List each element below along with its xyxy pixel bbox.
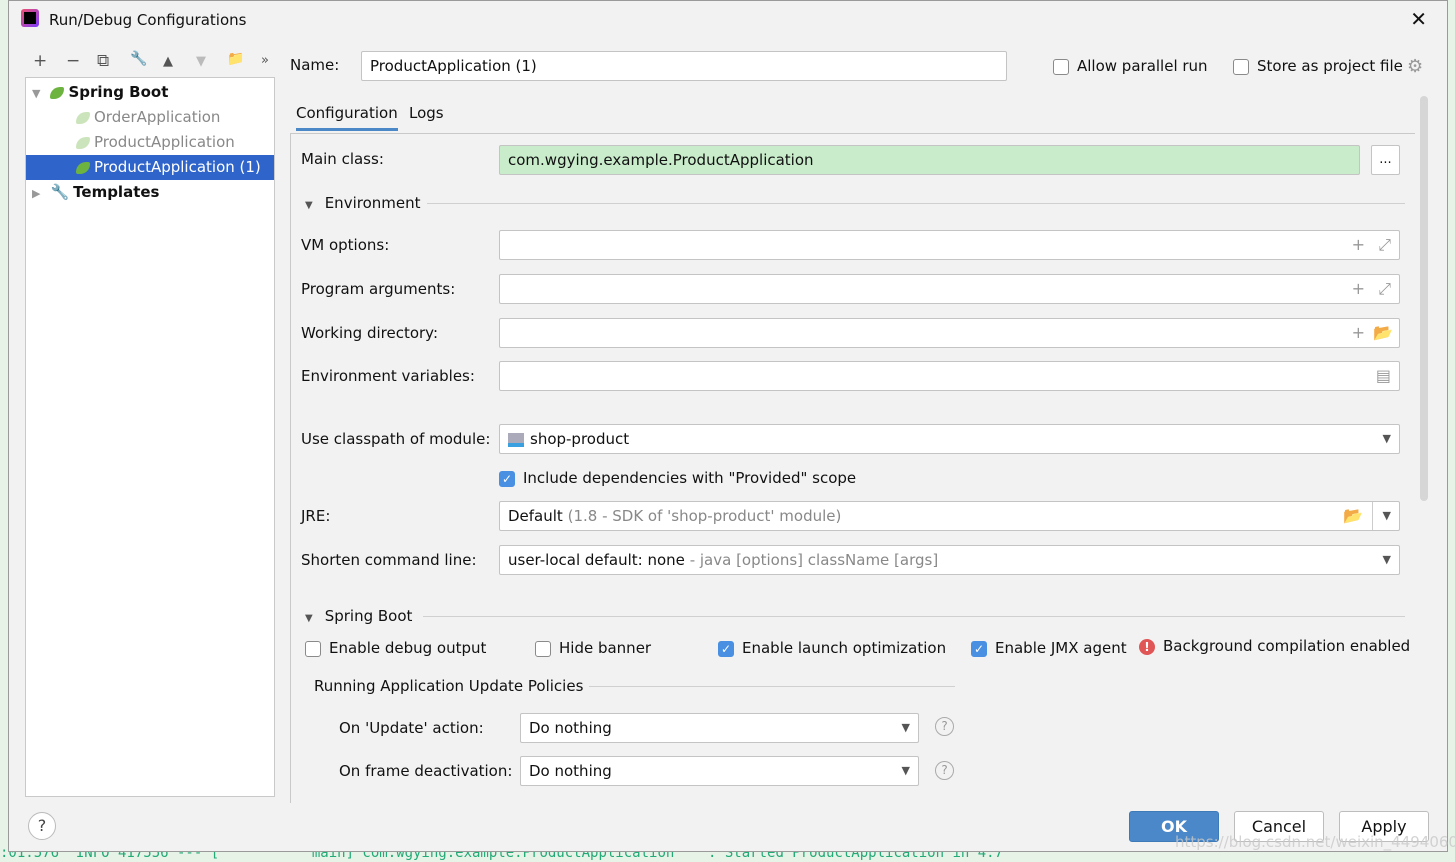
jmx-agent-checkbox[interactable]: ✓ Enable JMX agent [971, 639, 1127, 657]
program-arguments-label: Program arguments: [301, 280, 456, 298]
dialog-title: Run/Debug Configurations [49, 11, 247, 29]
chevron-down-icon: ▼ [901, 764, 910, 777]
module-label: Use classpath of module: [301, 430, 491, 448]
launch-optimization-checkbox[interactable]: ✓ Enable launch optimization [718, 639, 946, 657]
shorten-command-select[interactable]: user-local default: none - java [options… [499, 545, 1400, 575]
background-compilation-warning: ! Background compilation enabled [1139, 637, 1410, 655]
name-input[interactable]: ProductApplication (1) [361, 51, 1007, 81]
main-class-input[interactable]: com.wgying.example.ProductApplication [499, 145, 1360, 175]
update-action-label: On 'Update' action: [339, 719, 484, 737]
chevron-down-icon: ▼ [1382, 553, 1391, 566]
spring-boot-icon [76, 111, 90, 124]
tree-item-product-application[interactable]: ProductApplication [26, 130, 274, 155]
spring-boot-icon [50, 86, 65, 99]
working-directory-input[interactable]: + 📂 [499, 318, 1400, 348]
watermark: https://blog.csdn.net/weixin_44940604 [1175, 833, 1455, 851]
wrench-icon[interactable]: 🔧 [130, 51, 147, 67]
config-tree: ▼ Spring Boot OrderApplication ProductApp… [25, 77, 275, 797]
tree-item-product-application-1[interactable]: ProductApplication (1) [26, 155, 274, 180]
chevron-down-icon: ▼ [1382, 509, 1391, 522]
tree-item-spring-boot[interactable]: ▼ Spring Boot [26, 80, 274, 105]
intellij-logo-icon [21, 9, 39, 27]
plus-icon: + [1351, 323, 1365, 342]
main-class-label: Main class: [301, 150, 384, 168]
hide-banner-checkbox[interactable]: Hide banner [535, 639, 651, 657]
error-icon: ! [1139, 639, 1155, 655]
close-icon[interactable]: ✕ [1410, 7, 1427, 31]
new-folder-icon[interactable]: 📁 [227, 51, 244, 67]
expand-icon: ⤢ [1378, 235, 1391, 254]
tree-item-order-application[interactable]: OrderApplication [26, 105, 274, 130]
help-icon[interactable]: ? [935, 761, 954, 780]
move-down-icon[interactable]: ▼ [196, 54, 206, 69]
plus-icon: + [1351, 279, 1365, 298]
allow-parallel-checkbox[interactable]: Allow parallel run [1053, 57, 1208, 75]
document-icon: ▤ [1375, 366, 1391, 385]
help-icon[interactable]: ? [935, 717, 954, 736]
add-icon[interactable]: + [33, 51, 47, 71]
module-select[interactable]: shop-product ▼ [499, 424, 1400, 454]
plus-icon: + [1351, 235, 1365, 254]
more-icon[interactable]: » [261, 53, 269, 68]
move-up-icon[interactable]: ▲ [163, 54, 173, 69]
wrench-icon: 🔧 [50, 183, 70, 201]
environment-variables-input[interactable]: ▤ [499, 361, 1400, 391]
spring-boot-section[interactable]: ▼ Spring Boot [305, 607, 412, 625]
environment-variables-label: Environment variables: [301, 367, 475, 385]
tab-logs[interactable]: Logs [409, 104, 444, 122]
name-label: Name: [290, 56, 340, 74]
store-project-file-checkbox[interactable]: Store as project file [1233, 57, 1403, 75]
frame-deactivation-select[interactable]: Do nothing ▼ [520, 756, 919, 786]
chevron-down-icon: ▼ [901, 721, 910, 734]
environment-section[interactable]: ▼ Environment [305, 194, 420, 212]
expand-icon: ⤢ [1378, 279, 1391, 298]
update-policies-heading: Running Application Update Policies [314, 677, 584, 695]
frame-deactivation-label: On frame deactivation: [339, 762, 513, 780]
vm-options-input[interactable]: + ⤢ [499, 230, 1400, 260]
remove-icon[interactable]: − [66, 51, 80, 71]
folder-icon: 📂 [1373, 323, 1393, 342]
run-debug-dialog: Run/Debug Configurations ✕ + − ⧉ 🔧 ▲ ▼ 📁… [8, 0, 1455, 852]
browse-button[interactable]: ... [1371, 145, 1400, 175]
spring-boot-icon [76, 161, 90, 174]
vm-options-label: VM options: [301, 236, 390, 254]
update-action-select[interactable]: Do nothing ▼ [520, 713, 919, 743]
folder-icon: 📂 [1343, 506, 1363, 525]
tab-configuration[interactable]: Configuration [296, 104, 398, 131]
include-dependencies-checkbox[interactable]: ✓ Include dependencies with "Provided" sc… [499, 469, 856, 487]
enable-debug-checkbox[interactable]: Enable debug output [305, 639, 486, 657]
shorten-command-label: Shorten command line: [301, 551, 477, 569]
program-arguments-input[interactable]: + ⤢ [499, 274, 1400, 304]
help-button[interactable]: ? [28, 812, 56, 840]
gear-icon[interactable]: ⚙ [1407, 56, 1423, 77]
module-icon [508, 432, 524, 447]
scrollbar[interactable] [1420, 96, 1428, 501]
spring-boot-icon [76, 136, 90, 149]
jre-select[interactable]: Default (1.8 - SDK of 'shop-product' mod… [499, 501, 1400, 531]
working-directory-label: Working directory: [301, 324, 439, 342]
chevron-down-icon: ▼ [1382, 432, 1391, 445]
copy-icon[interactable]: ⧉ [97, 51, 109, 71]
tree-item-templates[interactable]: ▶ 🔧 Templates [26, 180, 274, 205]
jre-label: JRE: [301, 507, 331, 525]
